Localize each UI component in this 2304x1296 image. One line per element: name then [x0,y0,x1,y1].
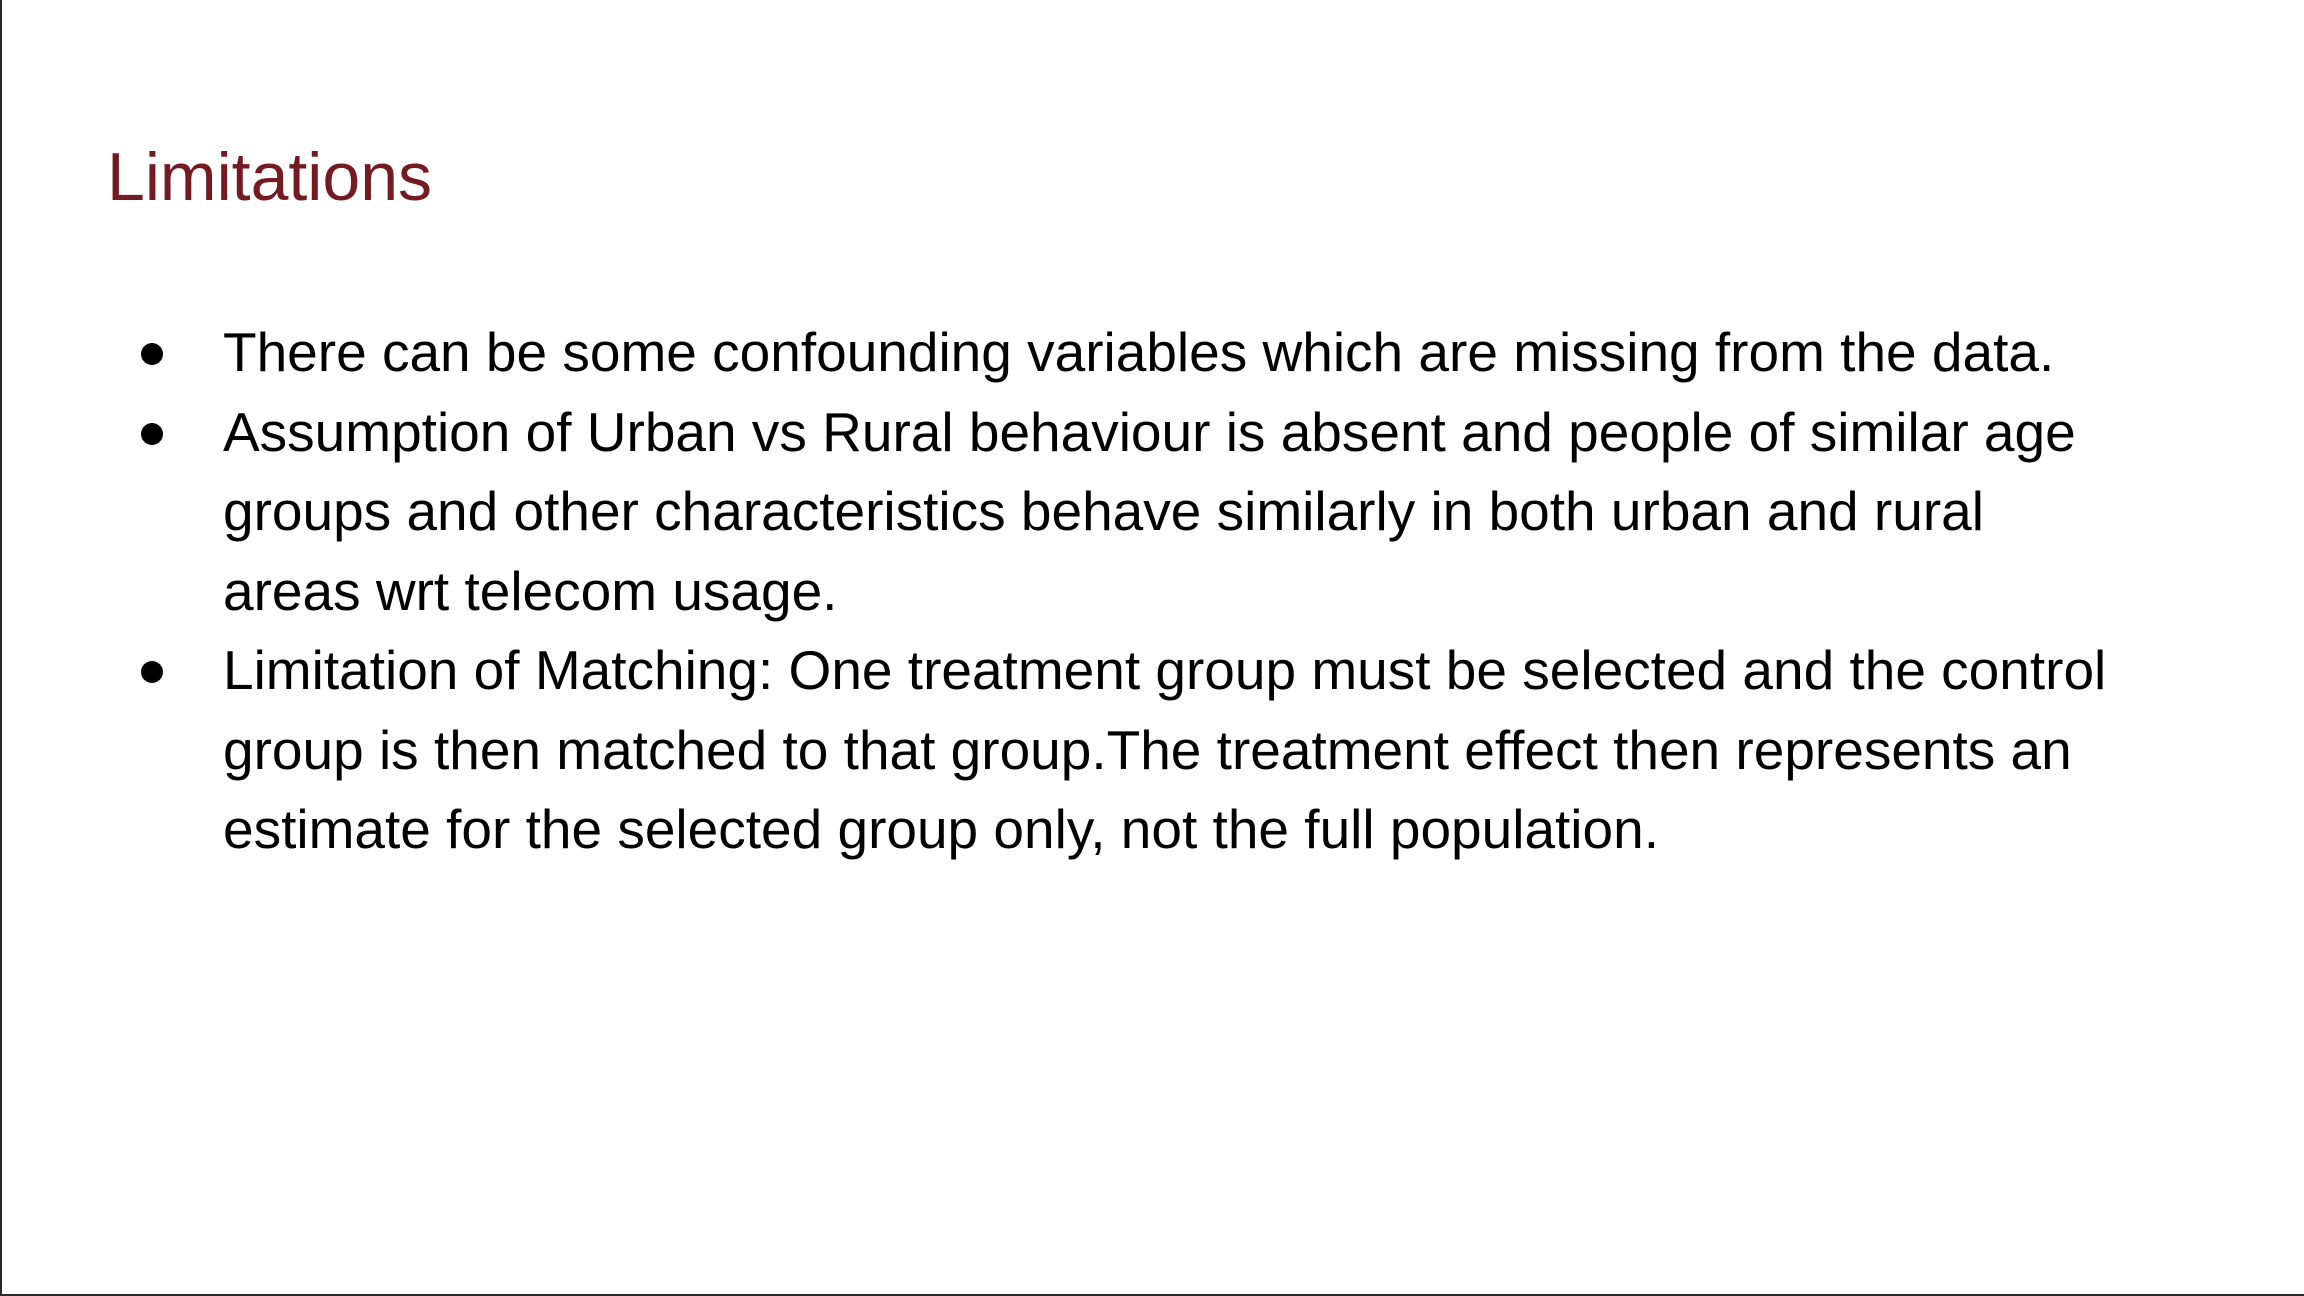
bullet-point-icon [141,422,163,445]
bullet-point-icon [141,343,163,365]
bullet-item-matching-limitation: Limitation of Matching: One treatment gr… [132,631,2232,870]
bullet-list: There can be some confounding variables … [132,313,2232,870]
bullet-point-icon [141,661,163,683]
bullet-item-urban-rural-assumption: Assumption of Urban vs Rural behaviour i… [132,393,2232,632]
bullet-text-line: estimate for the selected group only, no… [223,798,1659,860]
slide-title: Limitations [107,139,433,215]
bullet-item-confounding-variables: There can be some confounding variables … [132,313,2232,393]
bullet-text-line: areas wrt telecom usage. [223,559,838,622]
slide: Limitations There can be some confoundin… [0,0,2304,1296]
bullet-text-line: group is then matched to that group.The … [223,718,2072,781]
bullet-text-line: There can be some confounding variables … [223,321,2055,383]
bullet-text-line: groups and other characteristics behave … [223,480,1984,542]
bullet-text-line: Assumption of Urban vs Rural behaviour i… [223,400,2076,463]
bullet-text-line: Limitation of Matching: One treatment gr… [223,639,2107,701]
